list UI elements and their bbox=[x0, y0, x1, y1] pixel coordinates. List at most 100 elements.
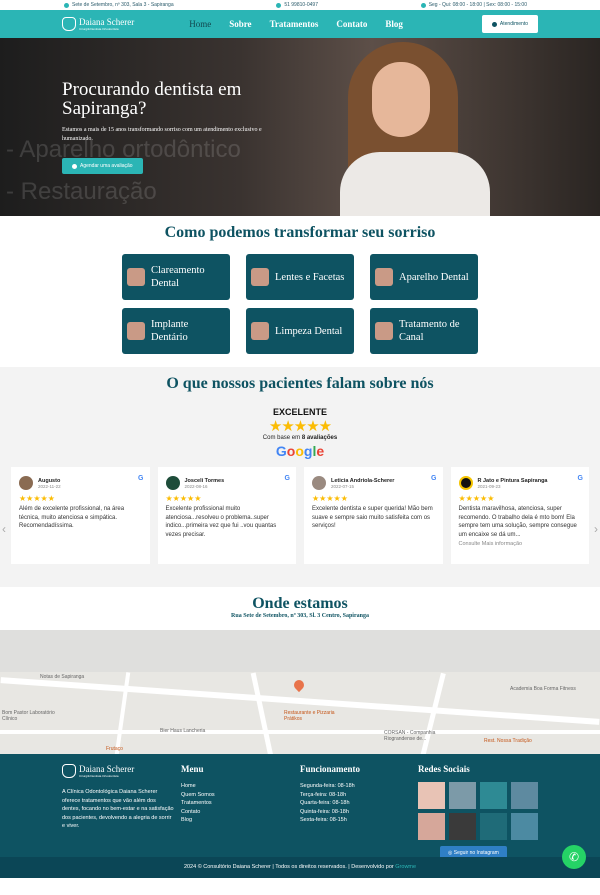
instagram-post[interactable] bbox=[418, 782, 445, 809]
clock-icon bbox=[420, 2, 426, 8]
footer-menu: Menu Home Quem Somos Tratamentos Contato… bbox=[181, 764, 215, 825]
read-more-link[interactable]: Consulte Mais informação bbox=[459, 541, 582, 547]
instagram-post[interactable] bbox=[480, 813, 507, 840]
service-limpeza[interactable]: Limpeza Dental bbox=[246, 308, 354, 354]
map-pin-icon[interactable] bbox=[291, 677, 307, 693]
review-stars: ★★★★★ bbox=[19, 494, 55, 503]
google-g-icon: G bbox=[431, 475, 437, 482]
services-title: Como podemos transformar seu sorriso bbox=[164, 224, 436, 241]
follow-instagram-label: Seguir no Instagram bbox=[453, 850, 499, 856]
footer-social: Redes Sociais ◎ Seguir no Instagram bbox=[418, 764, 538, 860]
avatar bbox=[19, 476, 33, 490]
address-text: Sete de Setembro, nº 303, Sala 3 - Sapir… bbox=[72, 2, 174, 8]
map-label: CORSAN - Companhia Riograndense de... bbox=[384, 730, 436, 742]
instagram-post[interactable] bbox=[511, 813, 538, 840]
google-logo: Google bbox=[275, 443, 325, 459]
phone-info[interactable]: 51 99810-0497 bbox=[276, 2, 318, 8]
logo-subtitle: Cirurgiã Dentista Ortodontista bbox=[79, 773, 119, 778]
instagram-post[interactable] bbox=[480, 782, 507, 809]
map-label: Bom Pastor Laboratório Clínico bbox=[2, 710, 55, 722]
instagram-post[interactable] bbox=[418, 813, 445, 840]
braces-icon bbox=[375, 268, 393, 286]
reviewer-name: Augusto bbox=[38, 477, 61, 484]
nav-tratamentos[interactable]: Tratamentos bbox=[270, 19, 319, 29]
service-lentes[interactable]: Lentes e Facetas bbox=[246, 254, 354, 300]
whatsapp-icon: ✆ bbox=[568, 850, 580, 864]
footer-link-home[interactable]: Home bbox=[181, 782, 215, 791]
whatsapp-icon bbox=[72, 163, 77, 169]
nav-home[interactable]: Home bbox=[189, 19, 211, 29]
hours-line: Quarta-feira: 08-18h bbox=[300, 800, 350, 806]
nav-blog[interactable]: Blog bbox=[385, 19, 403, 29]
logo-name: Daiana Scherer bbox=[79, 763, 135, 774]
top-info-bar: Sete de Setembro, nº 303, Sala 3 - Sapir… bbox=[0, 0, 600, 10]
service-label: Limpeza Dental bbox=[275, 325, 343, 337]
google-g-icon: G bbox=[284, 475, 290, 482]
rating-base: Com base em 8 avaliações bbox=[0, 435, 600, 441]
instagram-post[interactable] bbox=[449, 782, 476, 809]
map-label: Notas de Sapiranga bbox=[40, 674, 85, 680]
atendimento-button[interactable]: Atendimento bbox=[481, 15, 538, 33]
schedule-button[interactable]: Agendar uma avaliação bbox=[62, 158, 143, 174]
service-clareamento[interactable]: Clareamento Dental bbox=[122, 254, 230, 300]
location-pin-icon bbox=[64, 2, 69, 8]
rating-base-prefix: Com base em bbox=[262, 435, 302, 441]
location-section: Onde estamos Rua Sete de Setembro, nº 30… bbox=[0, 587, 600, 630]
service-label: Lentes e Facetas bbox=[275, 271, 345, 283]
review-card: R Jato e Pintura Sapiranga 2021-09-23 G ★… bbox=[450, 467, 589, 564]
review-text: Dentista maravilhosa, atenciosa, super r… bbox=[458, 506, 577, 538]
hours-text: Seg - Qui: 08:00 - 18:00 | Sex: 08:00 - … bbox=[428, 2, 527, 8]
hero-subtitle: Estamos a mais de 15 anos transformando … bbox=[62, 127, 262, 142]
copyright-text: 2024 © Consultório Daiana Scherer | Todo… bbox=[183, 864, 396, 870]
nav-contato[interactable]: Contato bbox=[336, 19, 367, 29]
map-label: Bier Haus Lancheria bbox=[160, 728, 206, 734]
reviews-section: O que nossos pacientes falam sobre nós E… bbox=[0, 367, 600, 587]
review-card: Josceli Tormes 2022-08-16 G ★★★★★ Excelen… bbox=[157, 467, 296, 564]
logo[interactable]: Daiana Scherer Cirurgiã Dentista Ortodon… bbox=[62, 17, 134, 31]
review-date: 2022-07-15 bbox=[331, 483, 355, 489]
whatsapp-float-button[interactable]: ✆ bbox=[562, 845, 586, 869]
footer-link-contato[interactable]: Contato bbox=[181, 808, 215, 817]
service-label: Aparelho Dental bbox=[399, 271, 469, 283]
carousel-next-arrow[interactable]: › bbox=[594, 522, 598, 536]
teeth-whitening-icon bbox=[127, 268, 145, 286]
hours-line: Segunda-feira: 08-18h bbox=[300, 783, 355, 789]
location-address: Rua Sete de Setembro, nº 303, Sl. 3 Cent… bbox=[231, 613, 369, 619]
tooth-logo-icon bbox=[62, 764, 76, 778]
service-canal[interactable]: Tratamento de Canal bbox=[370, 308, 478, 354]
service-implante[interactable]: Implante Dentário bbox=[122, 308, 230, 354]
root-canal-icon bbox=[375, 322, 393, 340]
instagram-post[interactable] bbox=[449, 813, 476, 840]
review-date: 2022-08-16 bbox=[184, 483, 208, 489]
service-aparelho[interactable]: Aparelho Dental bbox=[370, 254, 478, 300]
instagram-post[interactable] bbox=[511, 782, 538, 809]
hero-bg-text-2: - Restauração bbox=[6, 178, 157, 205]
rating-stars: ★★★★★ bbox=[268, 418, 332, 435]
review-text: Além de excelente profissional, na área … bbox=[19, 506, 125, 529]
address-info: Sete de Setembro, nº 303, Sala 3 - Sapir… bbox=[64, 2, 174, 8]
carousel-prev-arrow[interactable]: ‹ bbox=[2, 522, 6, 536]
service-label: Implante Dentário bbox=[151, 319, 189, 343]
footer-link-quem-somos[interactable]: Quem Somos bbox=[181, 791, 215, 800]
hours-line: Terça-feira: 08-18h bbox=[300, 791, 347, 798]
nav-sobre[interactable]: Sobre bbox=[229, 19, 251, 29]
footer-link-tratamentos[interactable]: Tratamentos bbox=[181, 799, 215, 808]
atendimento-label: Atendimento bbox=[499, 21, 528, 27]
service-label: Tratamento de Canal bbox=[399, 319, 460, 343]
review-cards: Augusto 2022-11-22 G ★★★★★ Além de excele… bbox=[0, 467, 600, 564]
dentist-photo bbox=[340, 42, 490, 216]
avatar bbox=[458, 476, 473, 490]
implant-icon bbox=[127, 322, 145, 340]
footer-logo[interactable]: Daiana Scherer Cirurgiã Dentista Ortodont… bbox=[62, 764, 174, 778]
phone-text: 51 99810-0497 bbox=[284, 2, 318, 8]
footer: Daiana Scherer Cirurgiã Dentista Ortodont… bbox=[0, 754, 600, 878]
footer-link-blog[interactable]: Blog bbox=[181, 816, 215, 825]
cleaning-icon bbox=[251, 322, 269, 340]
reviewer-name: Leticia Andriola-Scherer bbox=[331, 477, 395, 484]
map-label: Restaurante e Pizzaria Prátikos bbox=[284, 710, 335, 722]
rating-label: EXCELENTE bbox=[272, 407, 327, 417]
phone-icon bbox=[276, 2, 282, 8]
google-map[interactable]: Notas de Sapiranga Bom Pastor Laboratóri… bbox=[0, 630, 600, 754]
developer-link[interactable]: Growme bbox=[395, 864, 416, 870]
location-title: Onde estamos bbox=[252, 595, 348, 612]
